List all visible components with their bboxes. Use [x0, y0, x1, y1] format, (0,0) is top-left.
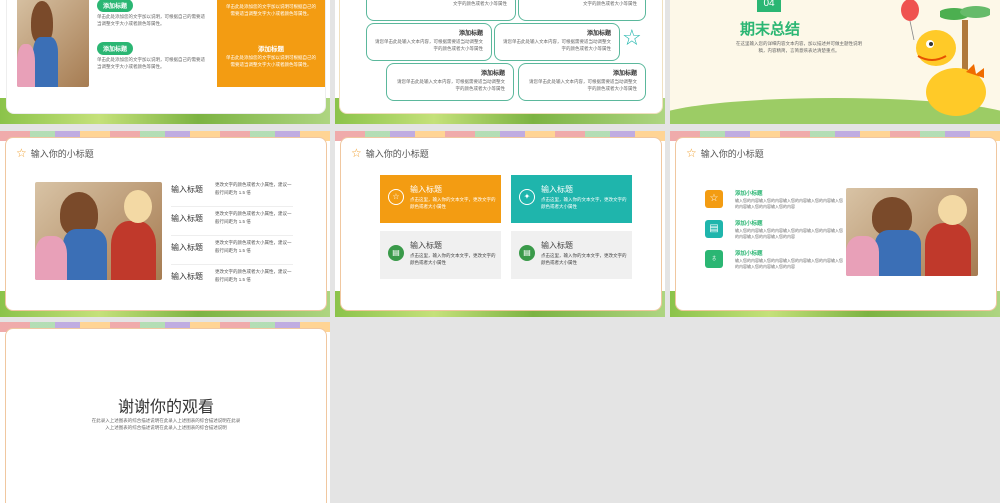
outline-box-3: 添加标题 请您单击此处输入文本内容，可根据需要适当动调整文字的颜色或者大小等属性 [366, 23, 492, 61]
item-title: 添加小标题 [735, 251, 763, 257]
outline-box-4: 添加标题 请您单击此处输入文本内容，可根据需要适当动调整文字的颜色或者大小等属性 [494, 23, 620, 61]
tile-orange: ☆ 输入标题 点击这里，输入你的文本文字，更改文字的颜色或者大小属性 [380, 175, 501, 223]
content-card: 文字的颜色或者大小等属性 文字的颜色或者大小等属性 添加标题 请您单击此处输入文… [339, 0, 663, 114]
item-desc: 输入您的内容输入您的内容输入您的内容输入您的内容输入您的内容输入您的内容输入您的… [735, 198, 843, 209]
outline-box-5: 添加标题 请您单击此处输入文本内容，可根据需要适当动调整文字的颜色或者大小等属性 [386, 63, 514, 101]
slide-2[interactable]: 文字的颜色或者大小等属性 文字的颜色或者大小等属性 添加标题 请您单击此处输入文… [335, 0, 665, 124]
box-title: 添加标题 [612, 71, 637, 77]
document-icon: ▤ [705, 220, 723, 238]
row-desc: 更改文字的颜色或者大小属性，建议一般行间距为 1.5 倍 [215, 182, 292, 195]
orange-title: 添加标题 [258, 46, 284, 53]
box-title: 添加标题 [586, 31, 611, 37]
tile-desc: 点击这里，输入你的文本文字，更改文字的颜色或者大小属性 [541, 197, 627, 209]
tile-gray: ▤ 输入标题 点击这里，输入你的文本文字，更改文字的颜色或者大小属性 [511, 231, 632, 279]
kids-photo [17, 0, 89, 87]
slide-subtitle: ☆ 输入你的小标题 [351, 146, 429, 160]
box-desc: 请您单击此处输入文本内容，可根据需要适当动调整文字的颜色或者大小等属性 [397, 79, 505, 91]
tile-desc: 点击这里，输入你的文本文字，更改文字的颜色或者大小属性 [410, 197, 496, 209]
row-desc: 更改文字的颜色或者大小属性，建议一般行间距为 1.5 倍 [215, 240, 292, 253]
kids-photo [846, 188, 978, 276]
tile-title: 输入标题 [541, 185, 573, 194]
orange-text: 单击此处添加您的文字加以说明可根据自己的需要适当调整文字大小或者颜色等属性。 [226, 55, 316, 67]
subtitle-text: 输入你的小标题 [365, 148, 429, 159]
tile-title: 输入标题 [541, 241, 573, 250]
content-card: 添加标题 单击此处添加您的文字加以说明，可根据自己的需要适当调整文字大小或者颜色… [6, 0, 326, 114]
section-number: 04 [763, 0, 775, 9]
box-title: 添加标题 [458, 31, 483, 37]
title-pill-2: 添加标题 [97, 42, 134, 55]
text-1: 单击此处添加您的文字加以说明，可根据自己的需要适当调整文字大小或者颜色等属性。 [97, 14, 205, 26]
outline-box-6: 添加标题 请您单击此处输入文本内容，可根据需要适当动调整文字的颜色或者大小等属性 [518, 63, 646, 101]
title-pill-1: 添加标题 [97, 0, 134, 12]
list-item: 输入标题 更改文字的颜色或者大小属性，建议一般行间距为 1.5 倍 [171, 265, 293, 293]
slide-6[interactable]: ☆ 输入你的小标题 ☆ 添加小标题 输入您的内容输入您的内容输入您的内容输入您的… [670, 131, 1000, 317]
tile-desc: 点击这里，输入你的文本文字，更改文字的颜色或者大小属性 [541, 253, 627, 265]
row-title: 输入标题 [171, 243, 203, 252]
box-title: 添加标题 [480, 71, 505, 77]
star-icon: ☆ [686, 146, 697, 160]
item-title: 添加小标题 [735, 221, 763, 227]
slide-1[interactable]: 添加标题 单击此处添加您的文字加以说明，可根据自己的需要适当调整文字大小或者颜色… [0, 0, 330, 124]
kids-photo [35, 182, 162, 280]
row-desc: 更改文字的颜色或者大小属性，建议一般行间距为 1.5 倍 [215, 269, 292, 282]
calendar-icon: ▤ [388, 245, 404, 261]
slide-3[interactable]: 04 期末总结 在这里输入您的详细内容文本内容，加以描述并可做主题性说明稿，内容… [670, 0, 1000, 124]
tile-title: 输入标题 [410, 241, 442, 250]
slide-7[interactable]: 谢谢你的观看 在此录入上述图表的综合描述说明在此录入上述图表的综合描述说明在此录… [0, 322, 330, 503]
list-item: 输入标题 更改文字的颜色或者大小属性，建议一般行间距为 1.5 倍 [171, 236, 293, 265]
item-title: 添加小标题 [735, 191, 763, 197]
row-title: 输入标题 [171, 214, 203, 223]
content-card: ☆ 输入你的小标题 ☆ 输入标题 点击这里，输入你的文本文字，更改文字的颜色或者… [340, 137, 662, 311]
content-card: ☆ 输入你的小标题 输入标题 更改文字的颜色或者大小属性，建议一般行间距为 1.… [5, 137, 327, 311]
item-desc: 输入您的内容输入您的内容输入您的内容输入您的内容输入您的内容输入您的内容输入您的… [735, 258, 843, 269]
list-item: ☆ 添加小标题 输入您的内容输入您的内容输入您的内容输入您的内容输入您的内容输入… [705, 189, 845, 217]
list-item: 输入标题 更改文字的颜色或者大小属性，建议一般行间距为 1.5 倍 [171, 178, 293, 207]
list-item: ♁ 添加小标题 输入您的内容输入您的内容输入您的内容输入您的内容输入您的内容输入… [705, 249, 845, 277]
star-icon: ☆ [705, 190, 723, 208]
star-outline-icon: ☆ [622, 25, 642, 50]
subtitle-text: 输入你的小标题 [30, 148, 94, 159]
slide-subtitle: ☆ 输入你的小标题 [16, 146, 94, 160]
section-title: 期末总结 [740, 21, 801, 38]
row-title: 输入标题 [171, 272, 203, 281]
box-desc: 文字的颜色或者大小等属性 [583, 1, 637, 6]
list-item: ▤ 添加小标题 输入您的内容输入您的内容输入您的内容输入您的内容输入您的内容输入… [705, 219, 845, 247]
box-desc: 文字的颜色或者大小等属性 [453, 1, 507, 6]
row-desc: 更改文字的颜色或者大小属性，建议一般行间距为 1.5 倍 [215, 211, 292, 224]
content-card: 谢谢你的观看 在此录入上述图表的综合描述说明在此录入上述图表的综合描述说明在此录… [5, 328, 327, 503]
text-2: 单击此处添加您的文字加以说明，可根据自己的需要适当调整文字大小或者颜色等属性。 [97, 57, 205, 69]
balloon-icon [901, 0, 919, 40]
thanks-title: 谢谢你的观看 [117, 399, 214, 416]
subtitle-text: 输入你的小标题 [700, 148, 764, 159]
tile-title: 输入标题 [410, 185, 442, 194]
section-number-badge: 04 [757, 0, 781, 12]
box-desc: 请您单击此处输入文本内容，可根据需要适当动调整文字的颜色或者大小等属性 [375, 39, 483, 51]
outline-box-2: 文字的颜色或者大小等属性 [518, 0, 646, 21]
calendar-icon: ▤ [519, 245, 535, 261]
tile-gray: ▤ 输入标题 点击这里，输入你的文本文字，更改文字的颜色或者大小属性 [380, 231, 501, 279]
tile-desc: 点击这里，输入你的文本文字，更改文字的颜色或者大小属性 [410, 253, 496, 265]
star-icon: ☆ [351, 146, 362, 160]
section-desc: 在这里输入您的详细内容文本内容，加以描述并可做主题性说明稿，内容精简，言简意赅表… [736, 41, 862, 53]
tile-teal: ✦ 输入标题 点击这里，输入你的文本文字，更改文字的颜色或者大小属性 [511, 175, 632, 223]
star-icon: ☆ [16, 146, 27, 160]
star-icon: ☆ [388, 189, 404, 205]
item-desc: 输入您的内容输入您的内容输入您的内容输入您的内容输入您的内容输入您的内容输入您的… [735, 228, 843, 239]
lightbulb-icon: ♁ [705, 250, 723, 268]
slide-5[interactable]: ☆ 输入你的小标题 ☆ 输入标题 点击这里，输入你的文本文字，更改文字的颜色或者… [335, 131, 665, 317]
slide-4[interactable]: ☆ 输入你的小标题 输入标题 更改文字的颜色或者大小属性，建议一般行间距为 1.… [0, 131, 330, 317]
list-item: 输入标题 更改文字的颜色或者大小属性，建议一般行间距为 1.5 倍 [171, 207, 293, 236]
slide-subtitle: ☆ 输入你的小标题 [686, 146, 764, 160]
box-desc: 请您单击此处输入文本内容，可根据需要适当动调整文字的颜色或者大小等属性 [503, 39, 611, 51]
box-desc: 请您单击此处输入文本内容，可根据需要适当动调整文字的颜色或者大小等属性 [529, 79, 637, 91]
orange-text-top: 单击此处添加您的文字加以说明可根据自己的需要适当调整文字大小或者颜色等属性。 [226, 4, 316, 16]
thanks-desc: 在此录入上述图表的综合描述说明在此录入上述图表的综合描述说明在此录入上述图表的综… [91, 418, 241, 430]
badge-icon: ✦ [519, 189, 535, 205]
orange-panel: 单击此处添加您的文字加以说明可根据自己的需要适当调整文字大小或者颜色等属性。 添… [217, 0, 325, 87]
outline-box-1: 文字的颜色或者大小等属性 [366, 0, 516, 21]
row-title: 输入标题 [171, 185, 203, 194]
